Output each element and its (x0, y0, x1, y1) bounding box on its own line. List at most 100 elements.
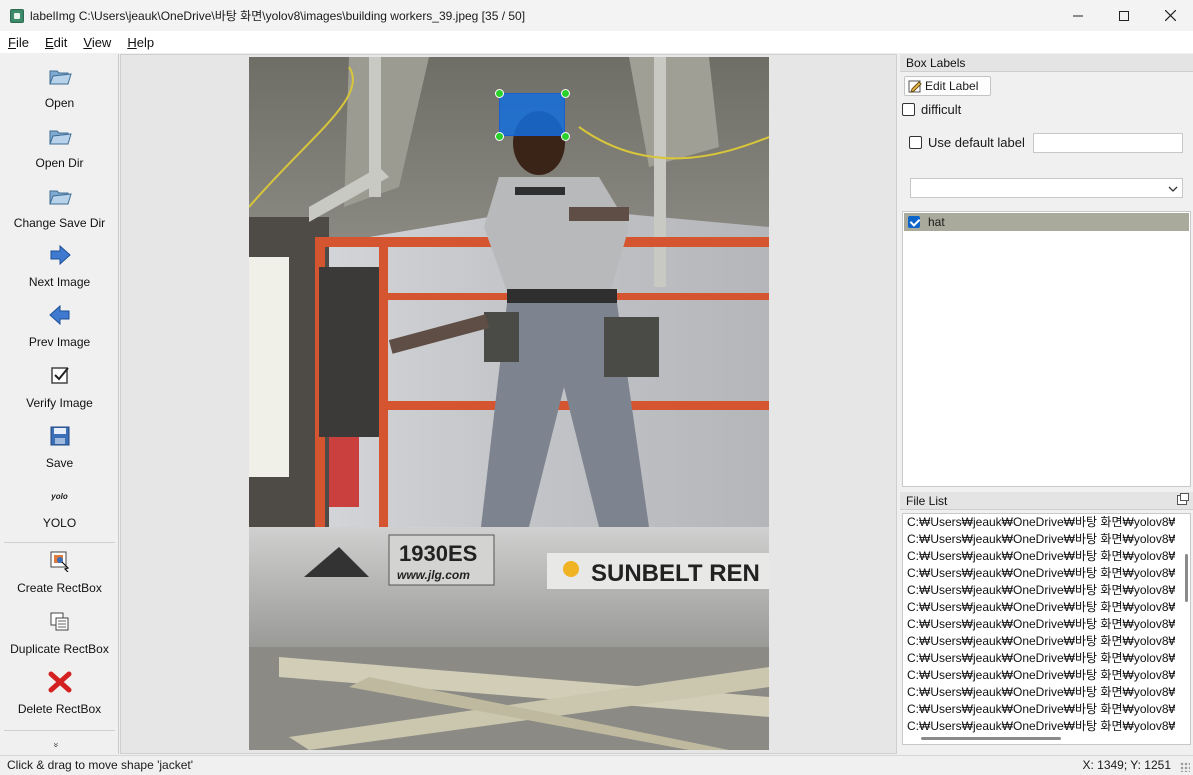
open-button[interactable]: Open (0, 58, 119, 114)
delete-x-icon (48, 670, 72, 694)
use-default-label-checkbox[interactable] (909, 136, 922, 149)
file-list-horizontal-scrollbar[interactable] (921, 737, 1061, 740)
change-save-dir-label: Change Save Dir (13, 216, 106, 230)
lift-url-text: www.jlg.com (397, 568, 470, 582)
bbox-handle[interactable] (495, 132, 504, 141)
close-icon (1164, 10, 1176, 21)
labelimg-app-icon (10, 8, 24, 23)
delete-rectbox-label: Delete RectBox (17, 702, 102, 716)
file-list-row[interactable]: C:₩Users₩jeauk₩OneDrive₩바탕 화면₩yolov8₩ima… (903, 514, 1175, 531)
file-list-row[interactable]: C:₩Users₩jeauk₩OneDrive₩바탕 화면₩yolov8₩ima… (903, 684, 1175, 701)
file-list-row[interactable]: C:₩Users₩jeauk₩OneDrive₩바탕 화면₩yolov8₩ima… (903, 616, 1175, 633)
resize-grip[interactable] (1180, 762, 1190, 772)
prev-image-label: Prev Image (28, 335, 91, 349)
save-label: Save (45, 456, 74, 470)
file-list-row[interactable]: C:₩Users₩jeauk₩OneDrive₩바탕 화면₩yolov8₩ima… (903, 633, 1175, 650)
checkbox-icon (48, 364, 72, 388)
use-default-label-row[interactable]: Use default label (909, 135, 1025, 150)
file-list-vertical-scrollbar[interactable] (1185, 554, 1188, 602)
file-list-row[interactable]: C:₩Users₩jeauk₩OneDrive₩바탕 화면₩yolov8₩ima… (903, 701, 1175, 718)
maximize-button[interactable] (1101, 0, 1147, 31)
folder-open-icon (48, 64, 72, 88)
file-list-row[interactable]: C:₩Users₩jeauk₩OneDrive₩바탕 화면₩yolov8₩ima… (903, 650, 1175, 667)
floppy-disk-icon (48, 424, 72, 448)
next-image-button[interactable]: Next Image (0, 237, 119, 293)
menu-edit[interactable]: Edit (37, 35, 75, 50)
menu-view[interactable]: View (75, 35, 119, 50)
arrow-left-icon (48, 303, 72, 327)
open-dir-button[interactable]: Open Dir (0, 118, 119, 174)
edit-label-text: Edit Label (925, 79, 979, 93)
file-list-title: File List (900, 492, 1193, 510)
menu-help[interactable]: Help (119, 35, 162, 50)
image-canvas[interactable]: 1930ES www.jlg.com SUNBELT REN (120, 54, 897, 754)
create-rectbox-button[interactable]: Create RectBox (0, 543, 119, 599)
file-list-row[interactable]: C:₩Users₩jeauk₩OneDrive₩바탕 화면₩yolov8₩ima… (903, 599, 1175, 616)
construction-worker-photo: 1930ES www.jlg.com SUNBELT REN (249, 57, 769, 750)
title-bar: labelImg C:\Users\jeauk\OneDrive\바탕 화면\y… (0, 0, 1193, 31)
undock-icon[interactable] (1177, 493, 1189, 505)
bbox-handle[interactable] (561, 132, 570, 141)
toolbar-extension-button[interactable]: » (52, 742, 62, 747)
prev-image-button[interactable]: Prev Image (0, 297, 119, 353)
change-save-dir-button[interactable]: Change Save Dir (0, 178, 119, 234)
edit-label-button[interactable]: Edit Label (904, 76, 991, 96)
difficult-checkbox[interactable] (902, 103, 915, 116)
file-list-title-text: File List (906, 494, 948, 508)
file-list-row[interactable]: C:₩Users₩jeauk₩OneDrive₩바탕 화면₩yolov8₩ima… (903, 531, 1175, 548)
box-labels-dock: Box Labels Edit Label difficult Use defa… (900, 54, 1193, 490)
bbox-handle[interactable] (495, 89, 504, 98)
toolbar-separator (4, 730, 115, 731)
duplicate-icon (48, 610, 72, 634)
folder-open-icon (48, 124, 72, 148)
file-list-row[interactable]: C:₩Users₩jeauk₩OneDrive₩바탕 화면₩yolov8₩ima… (903, 582, 1175, 599)
label-filter-combo[interactable] (910, 178, 1183, 198)
menu-file[interactable]: File (0, 35, 37, 50)
next-image-label: Next Image (28, 275, 91, 289)
difficult-checkbox-row[interactable]: difficult (902, 102, 961, 117)
bbox-handle[interactable] (561, 89, 570, 98)
verify-image-button[interactable]: Verify Image (0, 358, 119, 414)
bounding-box-hat[interactable] (499, 93, 565, 136)
annotation-image[interactable]: 1930ES www.jlg.com SUNBELT REN (249, 57, 769, 750)
minimize-button[interactable] (1055, 0, 1101, 31)
create-rectbox-label: Create RectBox (17, 581, 102, 595)
verify-image-label: Verify Image (26, 396, 93, 410)
duplicate-rectbox-button[interactable]: Duplicate RectBox (0, 604, 119, 660)
file-list[interactable]: C:₩Users₩jeauk₩OneDrive₩바탕 화면₩yolov8₩ima… (902, 513, 1191, 745)
open-label: Open (44, 96, 75, 110)
box-labels-title: Box Labels (900, 54, 1193, 72)
arrow-right-icon (48, 243, 72, 267)
menu-bar: File Edit View Help (0, 31, 1193, 53)
difficult-label: difficult (921, 102, 962, 117)
status-message: Click & drag to move shape 'jacket' (7, 758, 193, 772)
yolo-icon: yolo (48, 484, 72, 508)
maximize-icon (1119, 10, 1129, 21)
window-title: labelImg C:\Users\jeauk\OneDrive\바탕 화면\y… (30, 9, 526, 23)
folder-open-icon (48, 184, 72, 208)
open-dir-label: Open Dir (35, 156, 84, 170)
status-bar: Click & drag to move shape 'jacket' X: 1… (0, 755, 1193, 775)
label-list-item[interactable]: hat (904, 213, 1189, 231)
pencil-edit-icon (908, 80, 922, 93)
file-list-row[interactable]: C:₩Users₩jeauk₩OneDrive₩바탕 화면₩yolov8₩ima… (903, 718, 1175, 735)
close-button[interactable] (1147, 0, 1193, 31)
create-rectbox-icon (48, 549, 72, 573)
minimize-icon (1073, 15, 1083, 16)
file-list-row[interactable]: C:₩Users₩jeauk₩OneDrive₩바탕 화면₩yolov8₩ima… (903, 548, 1175, 565)
file-list-dock: File List C:₩Users₩jeauk₩OneDrive₩바탕 화면₩… (900, 492, 1193, 754)
cursor-coordinates: X: 1349; Y: 1251 (1082, 758, 1171, 772)
yolo-icon-text: yolo (51, 491, 68, 501)
label-visible-checkbox[interactable] (908, 216, 920, 228)
lift-model-text: 1930ES (399, 541, 477, 566)
delete-rectbox-button[interactable]: Delete RectBox (0, 664, 119, 720)
save-button[interactable]: Save (0, 418, 119, 474)
default-label-input[interactable] (1033, 133, 1183, 153)
label-list[interactable]: hat (902, 211, 1191, 487)
chevron-down-icon (1168, 186, 1178, 192)
yolo-format-button[interactable]: yolo YOLO (0, 478, 119, 534)
left-toolbar: Open Open Dir Change Save Dir Next Image… (0, 54, 119, 754)
duplicate-rectbox-label: Duplicate RectBox (10, 642, 109, 656)
file-list-row[interactable]: C:₩Users₩jeauk₩OneDrive₩바탕 화면₩yolov8₩ima… (903, 565, 1175, 582)
file-list-row[interactable]: C:₩Users₩jeauk₩OneDrive₩바탕 화면₩yolov8₩ima… (903, 667, 1175, 684)
